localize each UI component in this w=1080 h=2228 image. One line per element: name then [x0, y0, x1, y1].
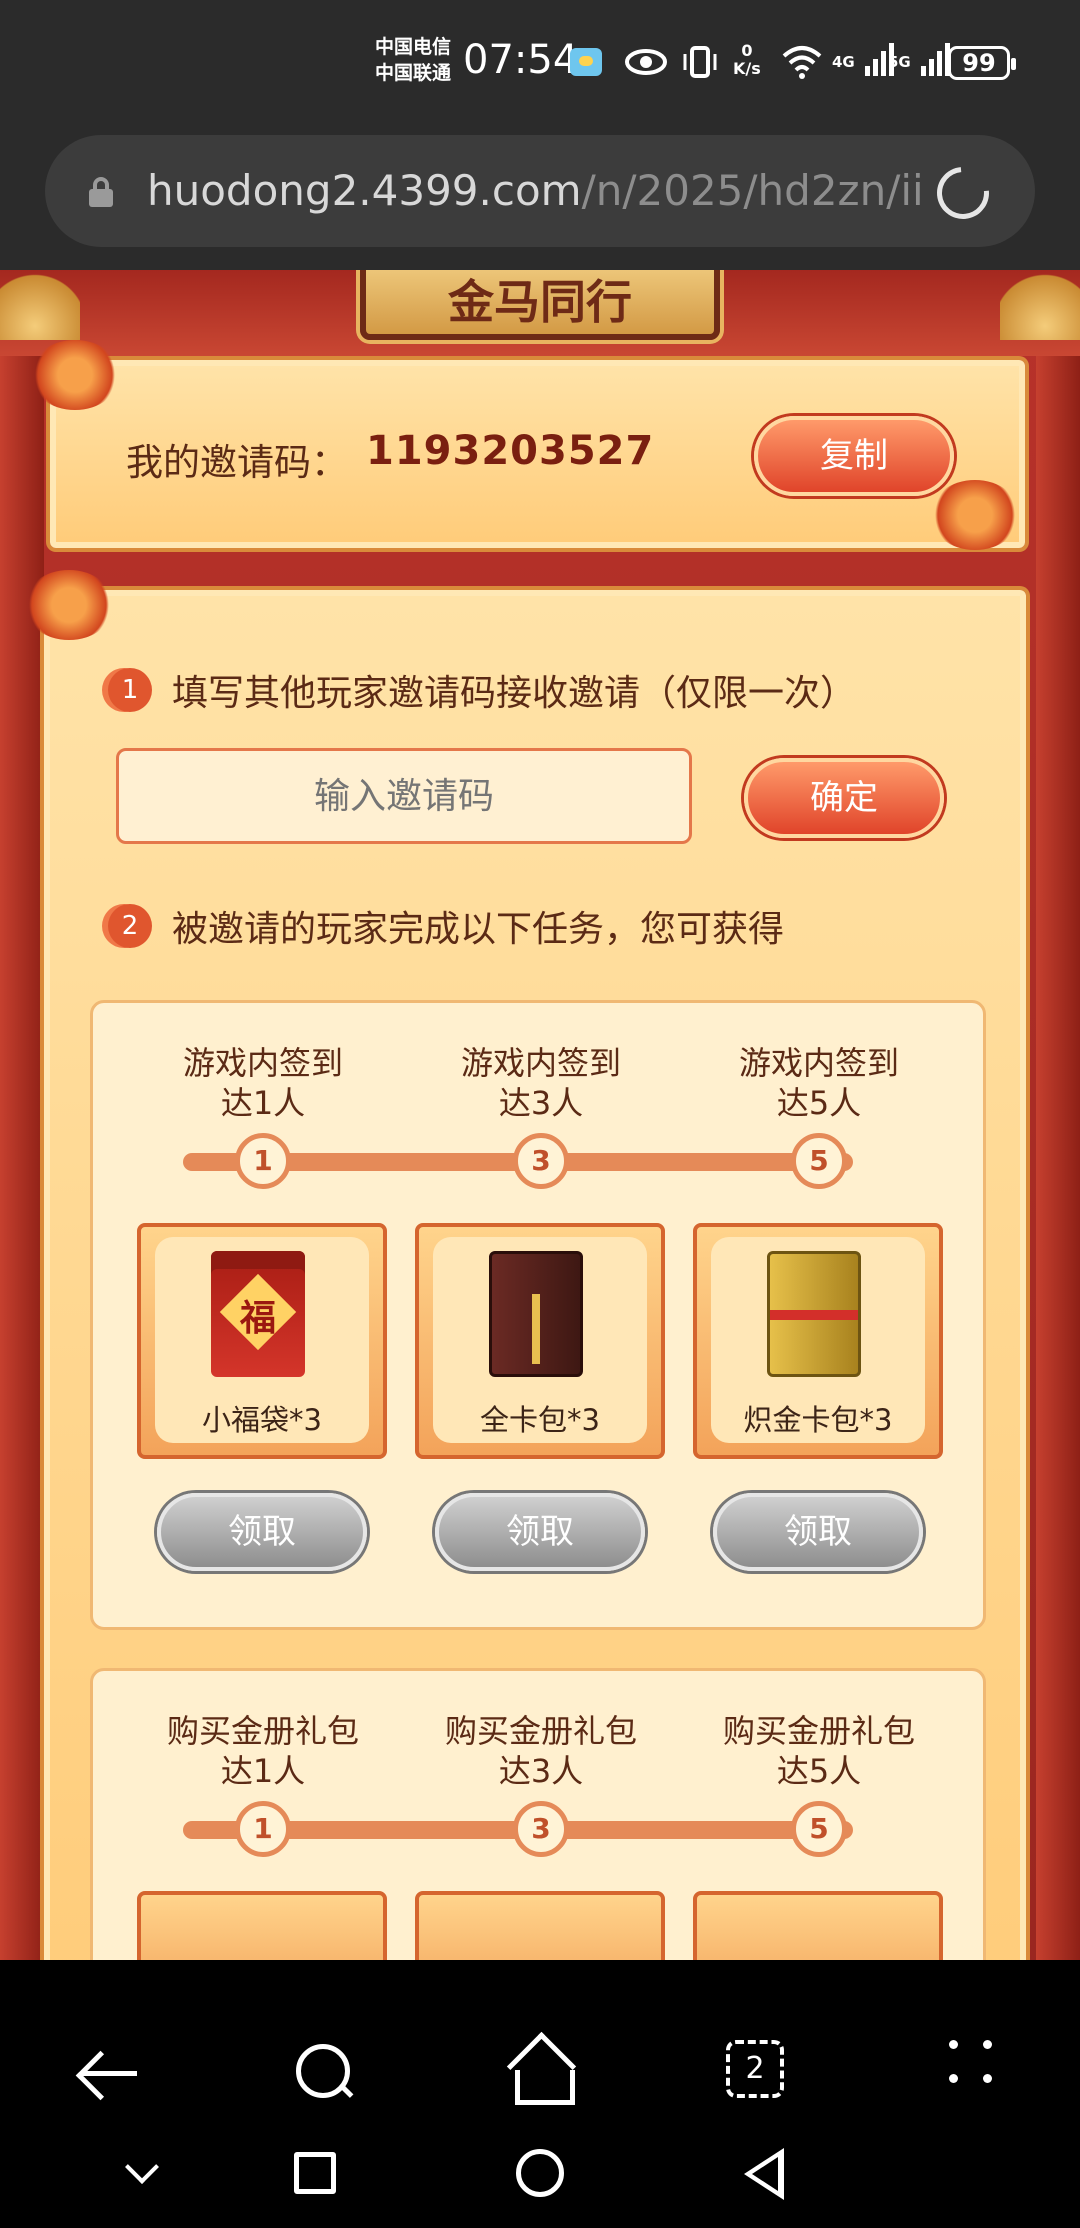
step-2: 2 被邀请的玩家完成以下任务，您可获得 — [108, 900, 784, 952]
progress-node: 3 — [513, 1133, 569, 1189]
confirm-button[interactable]: 确定 — [744, 758, 944, 838]
net-speed: 0 K/s — [733, 42, 761, 78]
reward-tile — [415, 1891, 665, 1960]
more-icon[interactable] — [945, 2036, 995, 2086]
carrier-2: 中国联通 — [375, 62, 452, 84]
right-pillar — [1036, 350, 1080, 1960]
cloud-ornament — [30, 340, 120, 410]
carrier-1: 中国电信 — [375, 36, 452, 58]
lucky-bag-icon: 福 — [211, 1251, 305, 1377]
progress-node: 3 — [513, 1801, 569, 1857]
url-text[interactable]: huodong2.4399.com/n/2025/hd2zn/ii — [147, 163, 947, 219]
url-path: /n/2025/hd2zn/ii — [581, 166, 924, 215]
task-panel: 1 填写其他玩家邀请码接收邀请（仅限一次） 确定 2 被邀请的玩家完成以下任务，… — [44, 590, 1026, 1960]
signal-5g-icon: 5G — [888, 42, 951, 82]
eye-icon — [624, 42, 668, 82]
task-condition: 购买金册礼包 达5人 — [722, 1712, 915, 1790]
progress-node: 1 — [235, 1801, 291, 1857]
gold-card-pack-icon — [767, 1251, 861, 1377]
reward-label: 全卡包*3 — [480, 1403, 600, 1437]
step-1-badge: 1 — [108, 668, 152, 712]
my-invite-panel: 我的邀请码： 1193203527 复制 — [50, 360, 1025, 548]
card-pack-icon — [489, 1251, 583, 1377]
vibrate-icon — [680, 42, 720, 82]
invite-code-label: 我的邀请码： — [126, 441, 348, 484]
page-title: 金马同行 — [448, 275, 632, 329]
progress-node: 5 — [791, 1801, 847, 1857]
step-1: 1 填写其他玩家邀请码接收邀请（仅限一次） — [108, 664, 856, 716]
net-label-1: 4G — [832, 53, 855, 71]
weather-icon — [570, 48, 602, 76]
battery-indicator: 99 — [948, 46, 1016, 80]
progress-node: 5 — [791, 1133, 847, 1189]
task-condition: 购买金册礼包 达3人 — [444, 1712, 637, 1790]
search-icon[interactable] — [292, 2040, 362, 2110]
copy-button[interactable]: 复制 — [754, 416, 954, 496]
system-back-icon[interactable] — [744, 2148, 784, 2200]
net-label-2: 5G — [888, 53, 911, 71]
reward-tile: 全卡包*3 — [415, 1223, 665, 1459]
lock-icon — [87, 177, 115, 207]
reward-tile — [693, 1891, 943, 1960]
title-plaque: 金马同行 — [360, 270, 720, 340]
step-2-badge: 2 — [108, 904, 152, 948]
reward-tile — [137, 1891, 387, 1960]
cloud-ornament — [24, 570, 114, 640]
status-bar: 中国电信 中国联通 07:54 0 K/s 4G 5G 99 — [0, 0, 1080, 128]
system-home-icon[interactable] — [516, 2149, 564, 2197]
claim-button[interactable]: 领取 — [713, 1493, 923, 1571]
task-card-purchase: 购买金册礼包 达1人 购买金册礼包 达3人 购买金册礼包 达5人 1 3 5 — [90, 1668, 986, 1960]
progress-node: 1 — [235, 1133, 291, 1189]
lucky-bag-char: 福 — [239, 1298, 276, 1339]
invite-code-value: 1193203527 — [366, 428, 655, 474]
tabs-icon[interactable]: 2 — [726, 2040, 784, 2098]
roof-corner-right — [1000, 270, 1080, 340]
clock: 07:54 — [463, 37, 579, 83]
task-condition: 购买金册礼包 达1人 — [166, 1712, 359, 1790]
reward-label: 小福袋*3 — [202, 1403, 322, 1437]
back-arrow-icon[interactable] — [75, 2038, 145, 2108]
invite-code-input[interactable] — [116, 748, 692, 844]
net-speed-value: 0 — [741, 41, 753, 60]
claim-button[interactable]: 领取 — [157, 1493, 367, 1571]
reward-tile: 炽金卡包*3 — [693, 1223, 943, 1459]
web-page: 金马同行 我的邀请码： 1193203527 复制 1 填写其他玩家邀请码接收邀… — [0, 270, 1080, 1960]
url-bar[interactable]: huodong2.4399.com/n/2025/hd2zn/ii — [45, 135, 1035, 247]
step-2-text: 被邀请的玩家完成以下任务，您可获得 — [172, 909, 785, 950]
home-icon[interactable] — [505, 2036, 575, 2106]
signal-4g-icon: 4G — [832, 42, 895, 82]
net-speed-unit: K/s — [733, 59, 761, 78]
task-card-checkin: 游戏内签到 达1人 游戏内签到 达3人 游戏内签到 达5人 1 3 5 福 小福… — [90, 1000, 986, 1630]
task-condition: 游戏内签到 达1人 — [182, 1044, 343, 1122]
reward-label: 炽金卡包*3 — [743, 1403, 893, 1437]
step-1-text: 填写其他玩家邀请码接收邀请（仅限一次） — [172, 673, 857, 714]
task-condition: 游戏内签到 达3人 — [460, 1044, 621, 1122]
url-host: huodong2.4399.com — [147, 166, 582, 215]
task-condition: 游戏内签到 达5人 — [738, 1044, 899, 1122]
reward-tile: 福 小福袋*3 — [137, 1223, 387, 1459]
carrier-names: 中国电信 中国联通 — [375, 34, 451, 86]
recent-apps-icon[interactable] — [294, 2152, 336, 2194]
cloud-ornament — [930, 480, 1020, 550]
roof-corner-left — [0, 270, 80, 340]
claim-button[interactable]: 领取 — [435, 1493, 645, 1571]
wifi-icon — [780, 42, 824, 82]
